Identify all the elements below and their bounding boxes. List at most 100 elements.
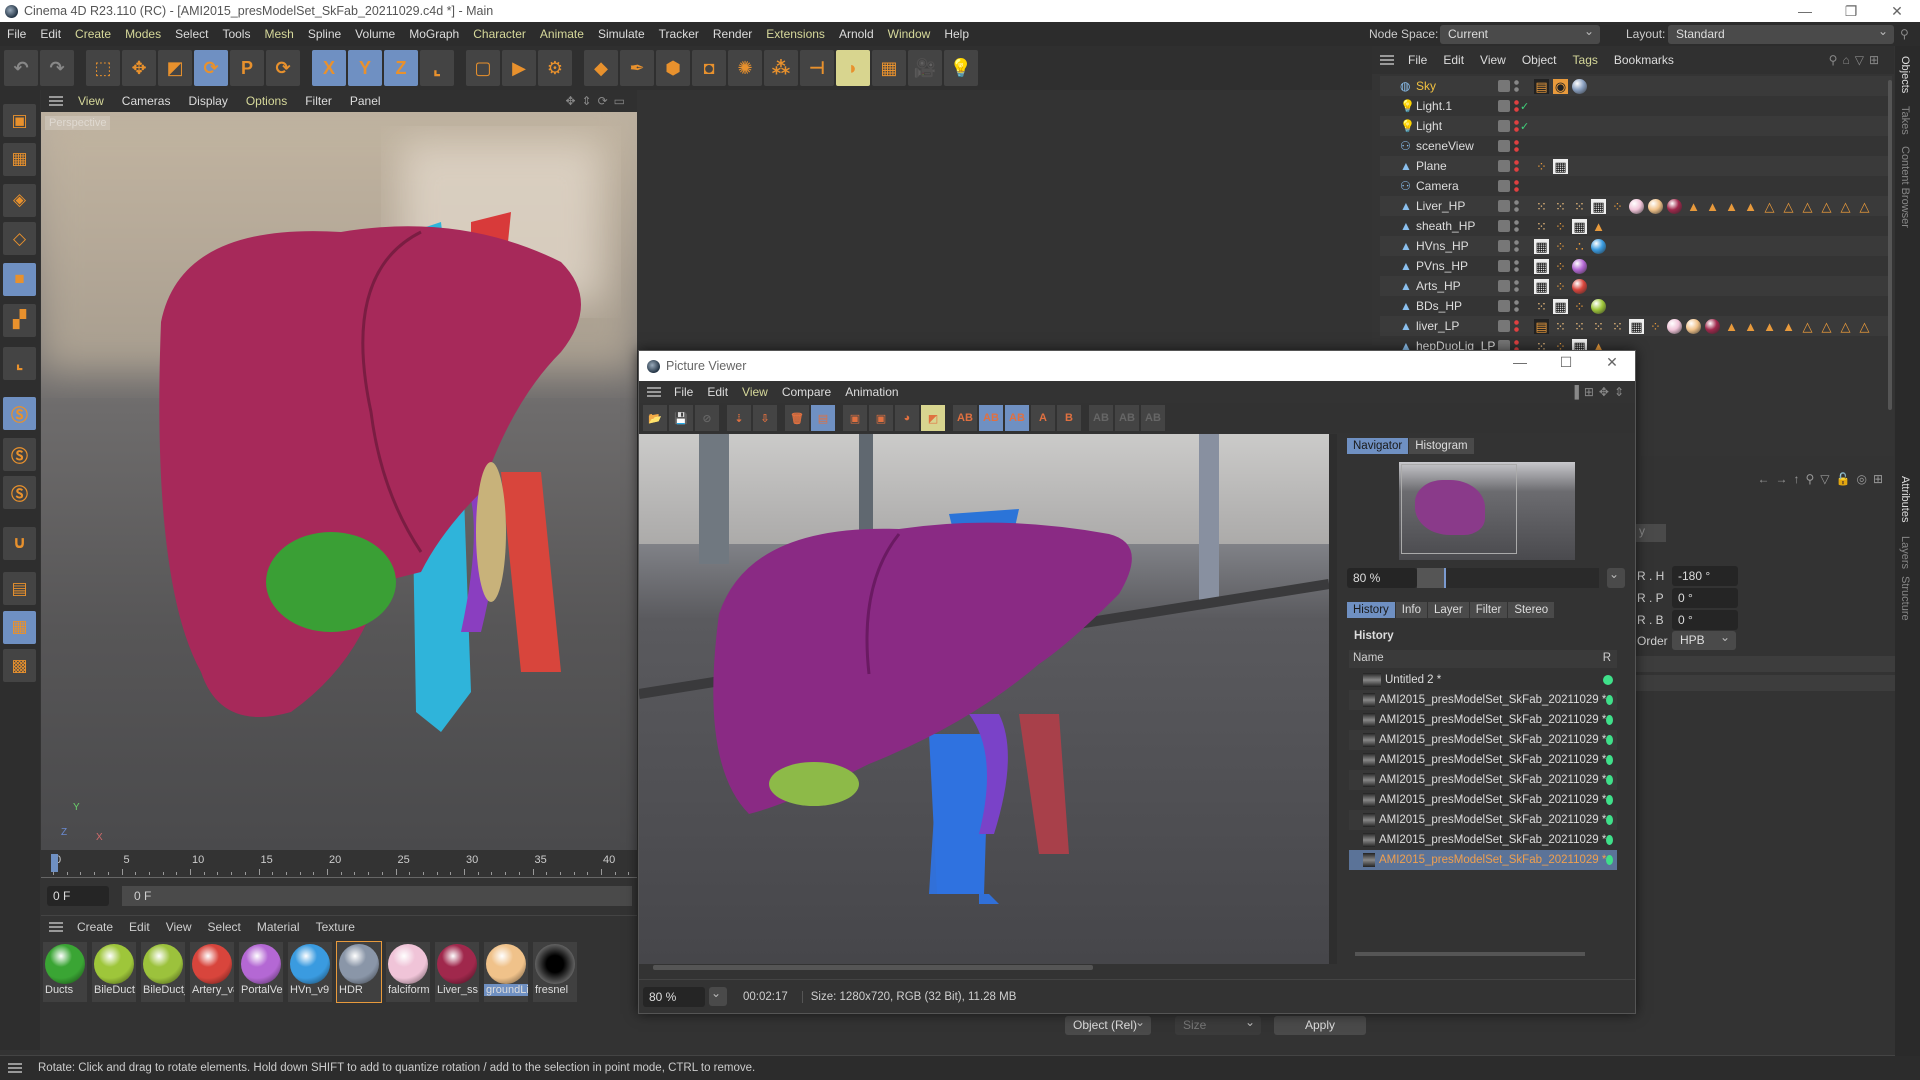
edge-selection-tag-icon[interactable]: △ <box>1838 319 1853 334</box>
history-item[interactable]: AMI2015_presModelSet_SkFab_20211029 * <box>1349 730 1617 750</box>
history-item[interactable]: AMI2015_presModelSet_SkFab_20211029 * <box>1349 790 1617 810</box>
object-row-camera[interactable]: ⚇ Camera <box>1380 176 1892 196</box>
point-selection-tag-icon[interactable]: ∴ <box>1572 239 1587 254</box>
editor-visibility-toggle[interactable] <box>1498 200 1510 212</box>
uvw-tag-icon[interactable]: ▦ <box>1553 158 1568 174</box>
workplane-button[interactable]: ▤ <box>3 572 36 606</box>
menu-select[interactable]: Select <box>168 27 215 41</box>
material-tag-icon[interactable] <box>1572 258 1587 274</box>
search-icon[interactable]: ⚲ <box>1900 27 1909 41</box>
menu-character[interactable]: Character <box>466 27 533 41</box>
object-row-bds-hp[interactable]: ▲ BDs_HP ⁙ ▦ ⁘ <box>1380 296 1892 316</box>
pv-menu-file[interactable]: File <box>667 385 700 399</box>
pv-menu-view[interactable]: View <box>735 385 775 399</box>
menu-create[interactable]: Create <box>68 27 118 41</box>
hamburger-icon[interactable] <box>8 1063 22 1073</box>
material-menu-select[interactable]: Select <box>200 920 249 934</box>
edge-selection-tag-icon[interactable]: △ <box>1857 319 1872 334</box>
polygon-selection-tag-icon[interactable]: ▲ <box>1781 319 1796 334</box>
editor-visibility-toggle[interactable] <box>1498 320 1510 332</box>
render-view-button[interactable]: ▢ <box>466 50 500 86</box>
editor-visibility-toggle[interactable] <box>1498 260 1510 272</box>
material-menu-material[interactable]: Material <box>249 920 308 934</box>
tab-histogram[interactable]: Histogram <box>1409 438 1474 454</box>
pv-tool-button[interactable]: ▤ <box>811 405 835 431</box>
tab-structure[interactable]: Structure <box>1899 576 1911 621</box>
material-menu-texture[interactable]: Texture <box>308 920 363 934</box>
material-tag-icon[interactable] <box>1686 318 1701 334</box>
light-button[interactable]: 💡 <box>944 50 978 86</box>
viewport-menu-view[interactable]: View <box>69 94 113 108</box>
object-manager-scrollbar[interactable] <box>1888 80 1892 410</box>
object-name[interactable]: liver_LP <box>1416 319 1459 333</box>
viewport-menu-display[interactable]: Display <box>179 94 236 108</box>
material-menu-view[interactable]: View <box>158 920 200 934</box>
enabled-check-icon[interactable]: ✓ <box>1520 100 1529 113</box>
minimize-button[interactable]: — <box>1782 0 1828 22</box>
editor-visibility-toggle[interactable] <box>1498 300 1510 312</box>
size-mode-dropdown[interactable]: Size <box>1175 1013 1261 1035</box>
material-tag-icon[interactable] <box>1572 278 1587 294</box>
render-settings-button[interactable]: ⚙ <box>538 50 572 86</box>
visibility-dots[interactable] <box>1514 299 1519 313</box>
tab-takes[interactable]: Takes <box>1899 106 1911 135</box>
menu-mesh[interactable]: Mesh <box>257 27 300 41</box>
polygon-selection-tag-icon[interactable]: ▲ <box>1743 199 1758 214</box>
visibility-dots[interactable] <box>1514 259 1519 273</box>
history-col-name[interactable]: Name <box>1353 652 1384 664</box>
move-button[interactable]: ✥ <box>122 50 156 86</box>
object-row-sky[interactable]: ◍ Sky ▤ ◉ <box>1380 76 1892 96</box>
visibility-dots[interactable] <box>1514 79 1519 93</box>
object-row-light[interactable]: 💡 Light ✓ <box>1380 116 1892 136</box>
editor-visibility-toggle[interactable] <box>1498 180 1510 192</box>
visibility-dots[interactable] <box>1514 319 1519 333</box>
pv-tool-button[interactable]: ▣ <box>869 405 893 431</box>
status-zoom-dropdown[interactable] <box>709 984 727 1006</box>
material-artery-v8[interactable]: Artery_v8 <box>190 942 234 1002</box>
floor-button[interactable]: ▦ <box>872 50 906 86</box>
history-col-r[interactable]: R <box>1603 652 1611 664</box>
phong-tag-icon[interactable]: ⁘ <box>1648 319 1663 334</box>
viewport-scene[interactable]: Perspective Y Z X <box>41 112 637 850</box>
object-menu-bookmarks[interactable]: Bookmarks <box>1606 53 1682 67</box>
phong-tag-icon[interactable]: ⁘ <box>1553 219 1568 234</box>
selection-tag-icon[interactable]: ⁙ <box>1534 299 1549 314</box>
tab-filter[interactable]: Filter <box>1469 602 1508 618</box>
uvw-tag-icon[interactable]: ▦ <box>1534 238 1549 254</box>
viewport-menu-panel[interactable]: Panel <box>341 94 390 108</box>
uvw-tag-icon[interactable]: ▦ <box>1534 278 1549 294</box>
phong-tag-icon[interactable]: ⁘ <box>1534 159 1549 174</box>
menu-tracker[interactable]: Tracker <box>652 27 706 41</box>
edge-selection-tag-icon[interactable]: △ <box>1800 199 1815 214</box>
model-mode-button[interactable]: ▣ <box>3 104 36 138</box>
hamburger-icon[interactable] <box>1380 55 1394 65</box>
visibility-dots[interactable] <box>1514 159 1519 173</box>
object-row-pvns-hp[interactable]: ▲ PVns_HP ▦ ⁘ <box>1380 256 1892 276</box>
pv-tool-button[interactable]: 💾 <box>669 405 693 431</box>
object-name[interactable]: sheath_HP <box>1416 219 1475 233</box>
tab-attributes[interactable]: Attributes <box>1899 476 1911 522</box>
texture-mode-button[interactable]: ▦ <box>3 142 36 176</box>
object-row-arts-hp[interactable]: ▲ Arts_HP ▦ ⁘ <box>1380 276 1892 296</box>
selection-tag-icon[interactable]: ⁙ <box>1610 319 1625 334</box>
object-row-plane[interactable]: ▲ Plane ⁘ ▦ <box>1380 156 1892 176</box>
material-tag-icon[interactable] <box>1572 78 1587 94</box>
object-menu-tags[interactable]: Tags <box>1565 53 1606 67</box>
object-menu-file[interactable]: File <box>1400 53 1435 67</box>
visibility-dots[interactable] <box>1514 99 1519 113</box>
menu-arnold[interactable]: Arnold <box>832 27 881 41</box>
material-hvn-v9[interactable]: HVn_v9 <box>288 942 332 1002</box>
cube-button[interactable]: ◆ <box>584 50 618 86</box>
selection-tag-icon[interactable]: ⁙ <box>1534 199 1549 214</box>
selection-tag-icon[interactable]: ⁙ <box>1572 199 1587 214</box>
polygon-selection-tag-icon[interactable]: ▲ <box>1591 219 1606 234</box>
bend-button[interactable]: ◗ <box>836 50 870 86</box>
polygon-selection-tag-icon[interactable]: ▲ <box>1705 199 1720 214</box>
image-horizontal-scrollbar[interactable] <box>653 965 1093 970</box>
history-item[interactable]: AMI2015_presModelSet_SkFab_20211029 * <box>1349 690 1617 710</box>
history-item[interactable]: AMI2015_presModelSet_SkFab_20211029 * <box>1349 850 1617 870</box>
history-item[interactable]: AMI2015_presModelSet_SkFab_20211029 * <box>1349 830 1617 850</box>
x-axis-button[interactable]: X <box>312 50 346 86</box>
edge-selection-tag-icon[interactable]: △ <box>1819 199 1834 214</box>
subdivision-button[interactable]: ⬢ <box>656 50 690 86</box>
